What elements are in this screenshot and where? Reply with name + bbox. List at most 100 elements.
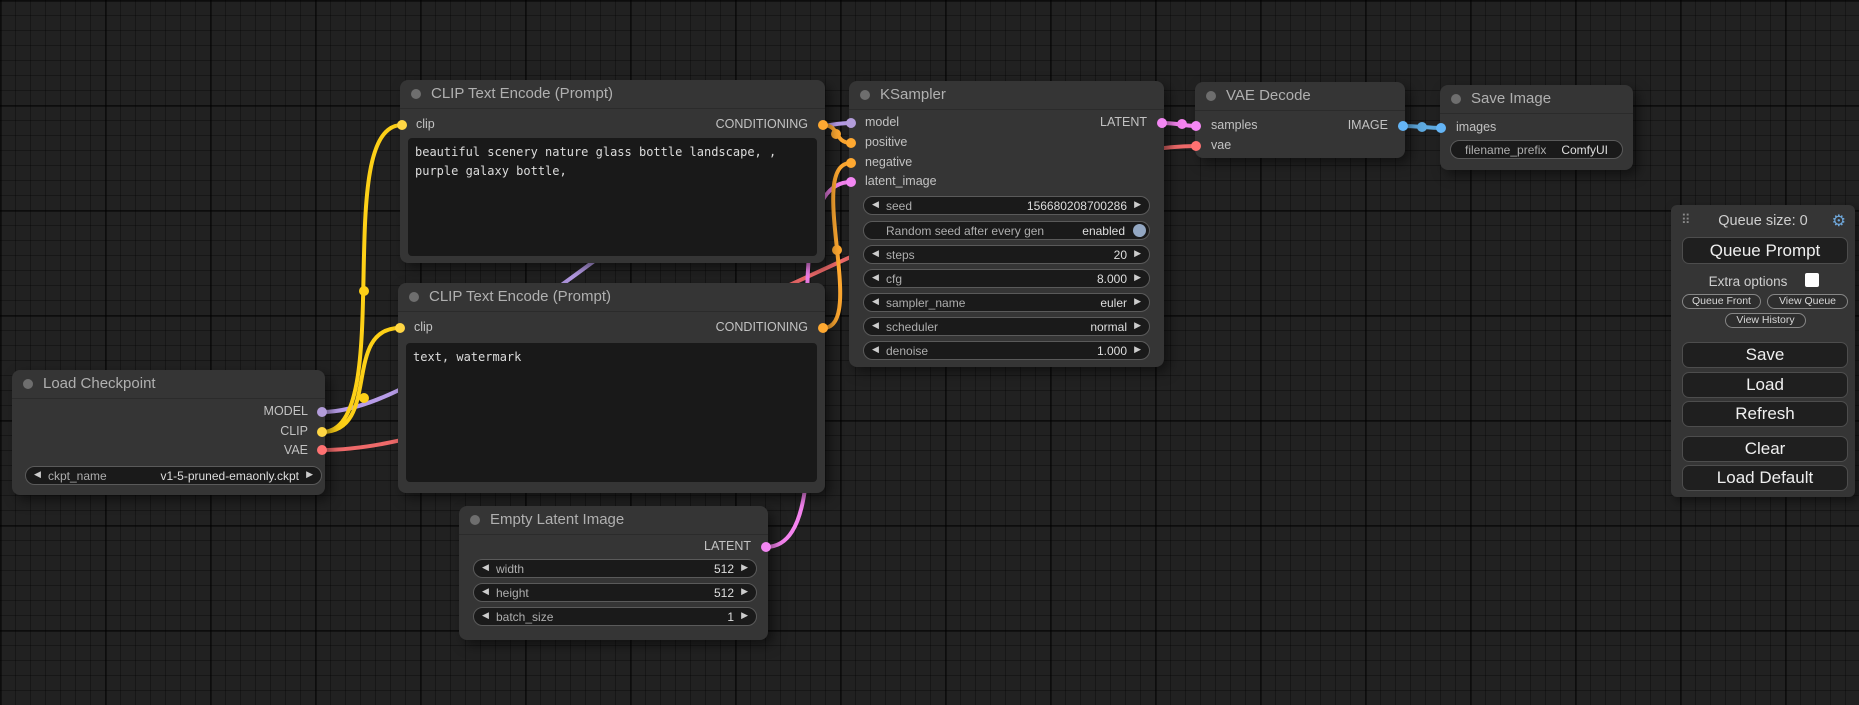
model-input-port[interactable] [846, 118, 856, 128]
filename-prefix-widget[interactable]: filename_prefix ComfyUI [1450, 140, 1623, 159]
increment-arrow-icon[interactable]: ▶ [1134, 296, 1141, 307]
increment-arrow-icon[interactable]: ▶ [1134, 320, 1141, 331]
width-widget[interactable]: ◀ width 512 ▶ [473, 559, 757, 578]
node-empty-latent-image[interactable]: Empty Latent Image LATENT ◀ width 512 ▶ … [459, 506, 768, 640]
prompt-text-area[interactable]: text, watermark [406, 343, 817, 482]
clip-output-port[interactable] [317, 427, 327, 437]
node-header[interactable]: CLIP Text Encode (Prompt) [400, 80, 825, 109]
link-midpoint-dot [831, 129, 841, 139]
view-queue-button[interactable]: View Queue [1767, 294, 1848, 309]
node-vae-decode[interactable]: VAE Decode samples vae IMAGE [1195, 82, 1405, 158]
negative-input-port[interactable] [846, 158, 856, 168]
save-button[interactable]: Save [1682, 342, 1848, 368]
batch-size-widget[interactable]: ◀ batch_size 1 ▶ [473, 607, 757, 626]
toggle-dot-icon[interactable] [1133, 224, 1146, 237]
vae-input-port[interactable] [1191, 141, 1201, 151]
comfyui-canvas[interactable]: { "colors": { "model_purple": "#b39ddb",… [0, 0, 1859, 705]
image-output-port[interactable] [1398, 121, 1408, 131]
node-title: KSampler [880, 81, 946, 109]
clear-button[interactable]: Clear [1682, 436, 1848, 462]
input-label-clip: clip [414, 320, 433, 334]
view-history-button[interactable]: View History [1725, 313, 1806, 328]
clip-input-port[interactable] [397, 120, 407, 130]
sampler-name-widget[interactable]: ◀ sampler_name euler ▶ [863, 293, 1150, 312]
positive-input-port[interactable] [846, 138, 856, 148]
node-header[interactable]: KSampler [849, 81, 1164, 110]
node-header[interactable]: VAE Decode [1195, 82, 1405, 111]
node-header[interactable]: Load Checkpoint [12, 370, 325, 399]
increment-arrow-icon[interactable]: ▶ [741, 610, 748, 621]
decrement-arrow-icon[interactable]: ◀ [482, 610, 489, 621]
collapse-dot-icon[interactable] [23, 379, 33, 389]
conditioning-output-port[interactable] [818, 323, 828, 333]
load-button[interactable]: Load [1682, 372, 1848, 398]
widget-value: 1.000 [1097, 344, 1127, 358]
collapse-dot-icon[interactable] [470, 515, 480, 525]
decrement-arrow-icon[interactable]: ◀ [872, 296, 879, 307]
samples-input-port[interactable] [1191, 121, 1201, 131]
collapse-dot-icon[interactable] [1206, 91, 1216, 101]
node-header[interactable]: CLIP Text Encode (Prompt) [398, 283, 825, 312]
node-clip-text-encode-positive[interactable]: CLIP Text Encode (Prompt) clip CONDITION… [400, 80, 825, 263]
input-label-positive: positive [865, 135, 907, 149]
prompt-text-area[interactable]: beautiful scenery nature glass bottle la… [408, 138, 817, 256]
collapse-dot-icon[interactable] [860, 90, 870, 100]
node-clip-text-encode-negative[interactable]: CLIP Text Encode (Prompt) clip CONDITION… [398, 283, 825, 493]
increment-arrow-icon[interactable]: ▶ [306, 469, 313, 480]
cfg-widget[interactable]: ◀ cfg 8.000 ▶ [863, 269, 1150, 288]
decrement-arrow-icon[interactable]: ◀ [872, 320, 879, 331]
decrement-arrow-icon[interactable]: ◀ [872, 199, 879, 210]
latent-image-input-port[interactable] [846, 177, 856, 187]
refresh-button[interactable]: Refresh [1682, 401, 1848, 427]
widget-value: 20 [1114, 248, 1127, 262]
decrement-arrow-icon[interactable]: ◀ [482, 562, 489, 573]
decrement-arrow-icon[interactable]: ◀ [872, 272, 879, 283]
collapse-dot-icon[interactable] [1451, 94, 1461, 104]
clip-input-port[interactable] [395, 323, 405, 333]
node-save-image[interactable]: Save Image images filename_prefix ComfyU… [1440, 85, 1633, 170]
conditioning-output-port[interactable] [818, 120, 828, 130]
input-label-clip: clip [416, 117, 435, 131]
increment-arrow-icon[interactable]: ▶ [1134, 272, 1141, 283]
collapse-dot-icon[interactable] [411, 89, 421, 99]
node-title: CLIP Text Encode (Prompt) [431, 80, 613, 108]
seed-widget[interactable]: ◀ seed 156680208700286 ▶ [863, 196, 1150, 215]
collapse-dot-icon[interactable] [409, 292, 419, 302]
node-header[interactable]: Save Image [1440, 85, 1633, 114]
steps-widget[interactable]: ◀ steps 20 ▶ [863, 245, 1150, 264]
decrement-arrow-icon[interactable]: ◀ [872, 344, 879, 355]
gear-icon[interactable]: ⚙ [1832, 211, 1846, 231]
increment-arrow-icon[interactable]: ▶ [1134, 248, 1141, 259]
decrement-arrow-icon[interactable]: ◀ [872, 248, 879, 259]
increment-arrow-icon[interactable]: ▶ [741, 586, 748, 597]
latent-output-port[interactable] [761, 542, 771, 552]
random-seed-toggle-widget[interactable]: Random seed after every gen enabled [863, 221, 1150, 240]
link-midpoint-dot [359, 393, 369, 403]
increment-arrow-icon[interactable]: ▶ [1134, 344, 1141, 355]
widget-value: 8.000 [1097, 272, 1127, 286]
load-default-button[interactable]: Load Default [1682, 465, 1848, 491]
queue-front-button[interactable]: Queue Front [1682, 294, 1761, 309]
decrement-arrow-icon[interactable]: ◀ [34, 469, 41, 480]
height-widget[interactable]: ◀ height 512 ▶ [473, 583, 757, 602]
widget-label: width [496, 562, 524, 576]
link-midpoint-dot [832, 245, 842, 255]
extra-options-checkbox[interactable] [1805, 273, 1819, 287]
vae-output-port[interactable] [317, 445, 327, 455]
node-header[interactable]: Empty Latent Image [459, 506, 768, 535]
decrement-arrow-icon[interactable]: ◀ [482, 586, 489, 597]
queue-prompt-button[interactable]: Queue Prompt [1682, 237, 1848, 264]
ckpt-name-widget[interactable]: ◀ ckpt_name v1-5-pruned-emaonly.ckpt ▶ [25, 466, 322, 485]
scheduler-widget[interactable]: ◀ scheduler normal ▶ [863, 317, 1150, 336]
model-output-port[interactable] [317, 407, 327, 417]
widget-value: euler [1100, 296, 1127, 310]
increment-arrow-icon[interactable]: ▶ [1134, 199, 1141, 210]
output-label-conditioning: CONDITIONING [716, 320, 808, 334]
increment-arrow-icon[interactable]: ▶ [741, 562, 748, 573]
widget-value: 1 [727, 610, 734, 624]
latent-output-port[interactable] [1157, 118, 1167, 128]
images-input-port[interactable] [1436, 123, 1446, 133]
node-load-checkpoint[interactable]: Load Checkpoint MODEL CLIP VAE ◀ ckpt_na… [12, 370, 325, 495]
denoise-widget[interactable]: ◀ denoise 1.000 ▶ [863, 341, 1150, 360]
node-ksampler[interactable]: KSampler model positive negative latent_… [849, 81, 1164, 367]
